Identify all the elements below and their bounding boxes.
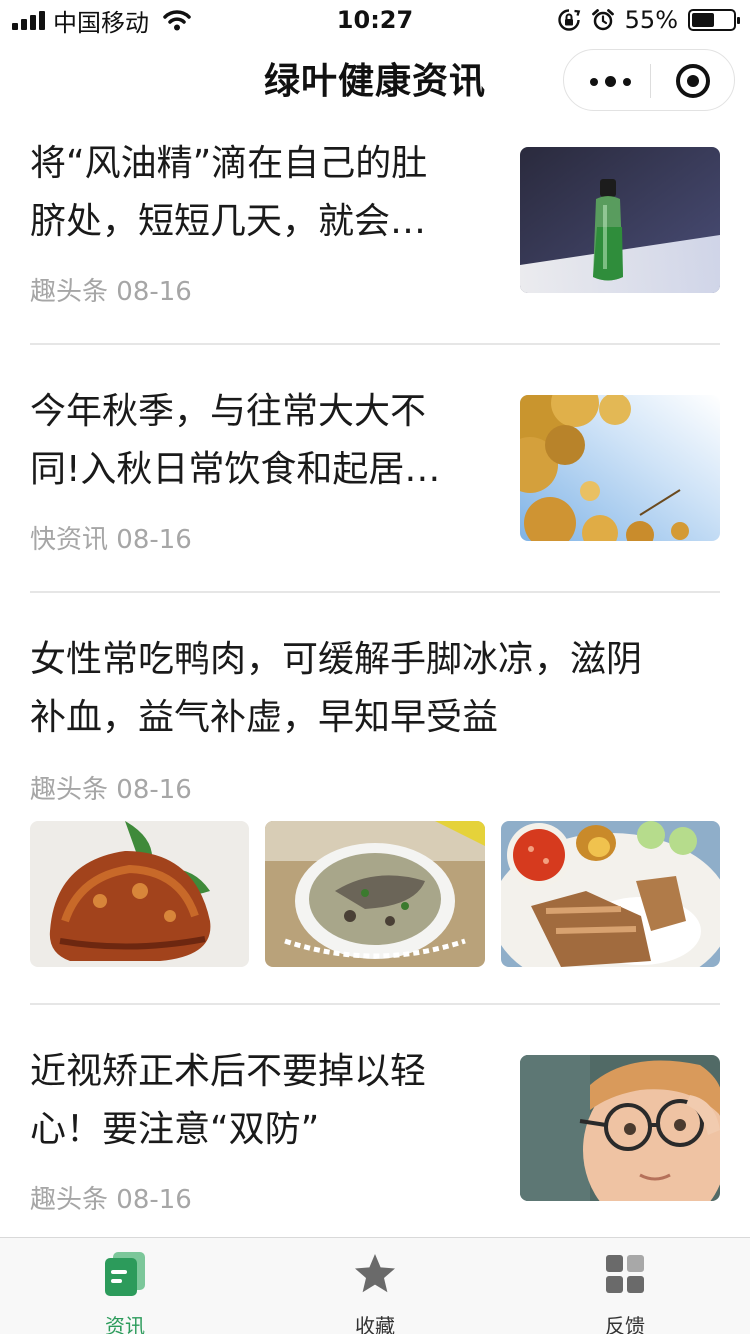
divider [30, 343, 720, 345]
article-title-line: 近视矫正术后不要掉以轻 [30, 1051, 427, 1092]
article-title: 将“风油精”滴在自己的肚 脐处，短短几天，就会… [30, 135, 427, 251]
article-date: 08-16 [116, 277, 192, 307]
more-icon[interactable] [590, 76, 631, 87]
tab-favorites[interactable]: 收藏 [250, 1238, 500, 1334]
mini-program-capsule [563, 49, 735, 111]
status-bar: 中国移动 10:27 55% [0, 0, 750, 40]
tab-label: 收藏 [355, 1314, 395, 1334]
divider [30, 591, 720, 593]
battery-icon [688, 9, 740, 31]
article-title-line: 心！要注意“双防” [30, 1109, 320, 1150]
battery-percentage: 55% [624, 6, 678, 34]
article-item[interactable]: 今年秋季，与往常大大不 同!入秋日常饮食和起居… 快资讯 08-16 [30, 383, 720, 583]
article-meta: 趣头条 08-16 [30, 1179, 192, 1216]
article-item[interactable]: 女性常吃鸭肉，可缓解手脚冰凉，滋阴 补血，益气补虚，早知早受益 趣头条 08-1… [30, 631, 720, 971]
article-title: 近视矫正术后不要掉以轻 心！要注意“双防” [30, 1043, 426, 1159]
article-thumbnail [265, 821, 485, 967]
alarm-icon [591, 9, 614, 31]
orientation-lock-icon [557, 9, 580, 31]
page: 中国移动 10:27 55% 绿叶健康资讯 将“风油精”滴在自己的肚 脐处，短短… [0, 0, 750, 1334]
article-thumbnail [520, 1055, 720, 1201]
article-date: 08-16 [116, 525, 192, 555]
article-date: 08-16 [116, 775, 192, 805]
news-icon [105, 1252, 145, 1296]
article-thumbnail [30, 821, 249, 967]
article-date: 08-16 [116, 1185, 192, 1215]
duck-soup-image [265, 821, 485, 967]
article-source: 趣头条 [30, 277, 109, 307]
status-right: 55% [557, 6, 740, 34]
tab-label: 反馈 [605, 1314, 645, 1334]
article-title: 今年秋季，与往常大大不 同!入秋日常饮食和起居… [30, 383, 440, 499]
article-title-line: 脐处，短短几天，就会… [30, 201, 427, 242]
article-item[interactable]: 近视矫正术后不要掉以轻 心！要注意“双防” 趣头条 08-16 [30, 1043, 720, 1223]
duck-rice-image [501, 821, 720, 967]
boy-glasses-image [520, 1055, 720, 1201]
tab-news[interactable]: 资讯 [0, 1238, 250, 1334]
article-source: 趣头条 [30, 1185, 109, 1215]
close-mini-program-icon[interactable] [676, 64, 710, 98]
article-meta: 趣头条 08-16 [30, 271, 192, 308]
article-title-line: 今年秋季，与往常大大不 [30, 391, 427, 432]
article-meta: 趣头条 08-16 [30, 769, 192, 806]
article-thumbnail [501, 821, 720, 967]
article-source: 趣头条 [30, 775, 109, 805]
article-title: 女性常吃鸭肉，可缓解手脚冰凉，滋阴 补血，益气补虚，早知早受益 [30, 631, 642, 747]
article-title-line: 同!入秋日常饮食和起居… [30, 449, 441, 490]
article-item[interactable]: 将“风油精”滴在自己的肚 脐处，短短几天，就会… 趣头条 08-16 [30, 135, 720, 335]
tab-bar: 资讯 收藏 反馈 [0, 1237, 750, 1334]
capsule-divider [650, 64, 651, 98]
grid-icon [606, 1255, 644, 1293]
article-meta: 快资讯 08-16 [30, 519, 192, 556]
article-title-line: 补血，益气补虚，早知早受益 [30, 697, 499, 738]
article-thumbnail [520, 147, 720, 293]
star-icon [355, 1254, 395, 1293]
autumn-leaves-image [520, 395, 720, 541]
article-title-line: 将“风油精”滴在自己的肚 [30, 143, 428, 184]
article-source: 快资讯 [30, 525, 109, 555]
divider [30, 1003, 720, 1005]
tab-feedback[interactable]: 反馈 [500, 1238, 750, 1334]
roast-duck-image [30, 821, 249, 967]
article-title-line: 女性常吃鸭肉，可缓解手脚冰凉，滋阴 [30, 639, 643, 680]
oil-bottle-image [520, 147, 720, 293]
tab-label: 资讯 [105, 1314, 145, 1334]
article-thumbnail [520, 395, 720, 541]
